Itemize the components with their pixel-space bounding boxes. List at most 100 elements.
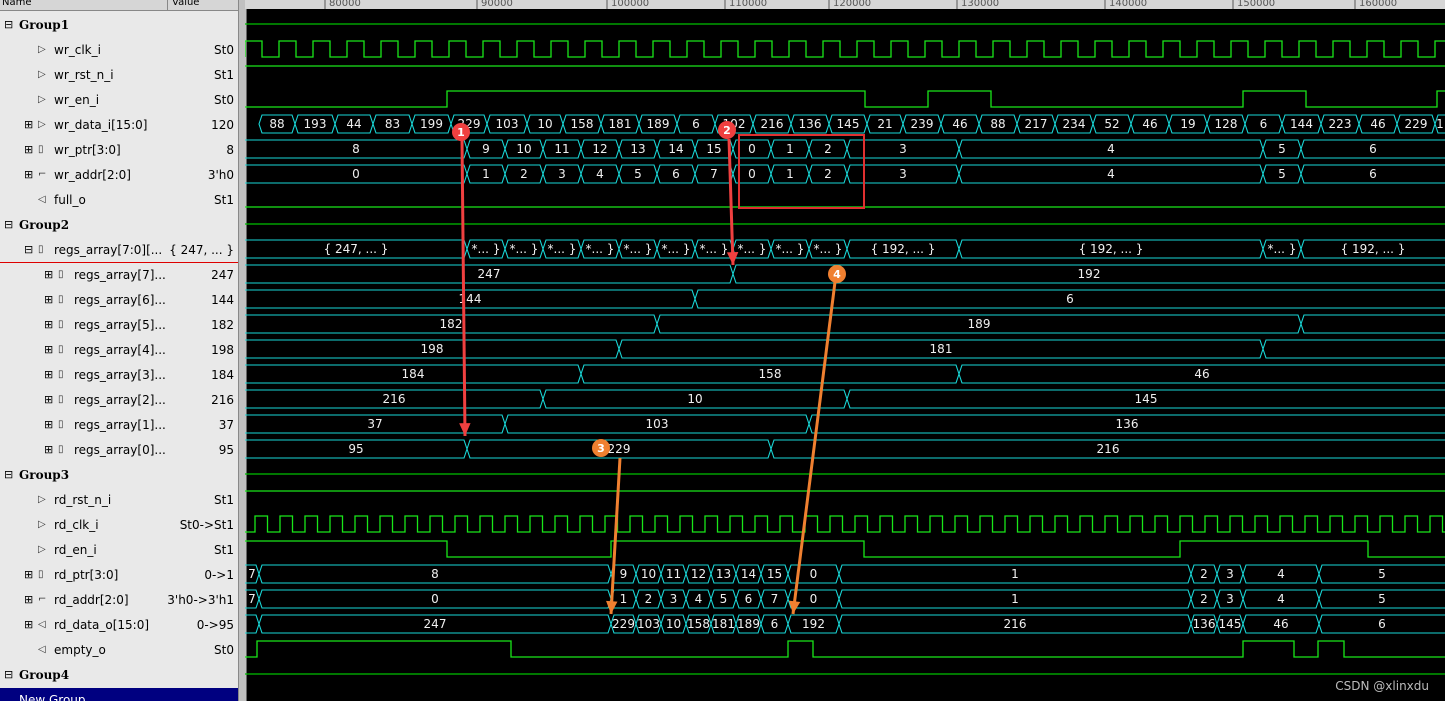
signal-row[interactable]: ⊟ Group4 xyxy=(0,663,238,687)
bus-value-label: 103 xyxy=(646,417,669,431)
bus-value-label: 229 xyxy=(1405,117,1428,131)
wr-clk-trace xyxy=(245,40,1445,58)
name-column-header[interactable]: Name xyxy=(2,0,32,8)
signal-row[interactable]: ⊟ Group2 xyxy=(0,213,238,237)
signal-row[interactable]: ▷ wr_clk_i St0 xyxy=(0,38,238,62)
bus-value-label: 12 xyxy=(592,142,607,156)
signal-name: regs_array[7]... xyxy=(74,268,166,282)
time-tick-label: 100000 xyxy=(611,0,649,9)
signal-row[interactable]: ⊟ ▯ regs_array[7:0][... { 247, ... } xyxy=(0,238,238,262)
expand-toggle-icon[interactable]: ⊞ xyxy=(24,163,33,187)
collapse-toggle-icon[interactable]: ⊟ xyxy=(4,463,13,487)
signal-row[interactable]: New Group xyxy=(0,688,238,701)
signal-row[interactable]: ⊞ ▯ regs_array[6]... 144 xyxy=(0,288,238,312)
signal-name: regs_array[5]... xyxy=(74,318,166,332)
signal-value: 95 xyxy=(218,443,234,457)
time-tick-label: 120000 xyxy=(833,0,871,9)
signal-name: Group2 xyxy=(19,218,70,232)
expand-toggle-icon[interactable]: ⊞ xyxy=(44,263,53,287)
bus-value-label: 4 xyxy=(1277,567,1285,581)
signal-row[interactable]: ⊞ ▯ rd_ptr[3:0] 0->1 xyxy=(0,563,238,587)
bus-value-label: 3 xyxy=(899,142,907,156)
waveform-view[interactable]: 80000 90000 100000 110000 120000 130000 140000… xyxy=(245,0,1445,701)
signal-row[interactable]: ▷ rd_en_i St1 xyxy=(0,538,238,562)
bus-value-label: 6 xyxy=(1260,117,1268,131)
expand-toggle-icon[interactable]: ⊞ xyxy=(44,313,53,337)
signal-row[interactable]: ⊞ ▯ wr_ptr[3:0] 8 xyxy=(0,138,238,162)
collapse-toggle-icon[interactable]: ⊟ xyxy=(4,663,13,687)
bus-value-label: 216 xyxy=(1097,442,1120,456)
signal-row[interactable]: ▷ rd_rst_n_i St1 xyxy=(0,488,238,512)
signal-row[interactable]: ⊞ ▯ regs_array[4]... 198 xyxy=(0,338,238,362)
expand-toggle-icon[interactable]: ⊞ xyxy=(24,563,33,587)
value-column-header[interactable]: Value xyxy=(172,0,199,8)
expand-toggle-icon[interactable]: ⊞ xyxy=(44,288,53,312)
bus-value-label: 144 xyxy=(459,292,482,306)
bus-value-label: 193 xyxy=(304,117,327,131)
signal-name: wr_data_i[15:0] xyxy=(54,118,148,132)
watermark: CSDN @xlinxdu xyxy=(1335,679,1429,693)
signal-name-panel: Name Value ⊟ Group1 ▷ wr_clk_i St0 ▷ wr_rst_n_… xyxy=(0,0,238,701)
bus-value-label: *... } xyxy=(814,242,843,256)
input-port-icon: ▷ xyxy=(38,544,46,555)
register-icon: ▯ xyxy=(58,369,64,380)
bus-value-label: 1 xyxy=(1011,592,1019,606)
signal-row[interactable]: ⊞ ◁ rd_data_o[15:0] 0->95 xyxy=(0,613,238,637)
expand-toggle-icon[interactable]: ⊞ xyxy=(24,613,33,637)
collapse-toggle-icon[interactable]: ⊟ xyxy=(24,238,33,262)
expand-toggle-icon[interactable]: ⊞ xyxy=(24,113,33,137)
signal-row[interactable]: ⊞ ▯ regs_array[0]... 95 xyxy=(0,438,238,462)
expand-toggle-icon[interactable]: ⊞ xyxy=(44,438,53,462)
bus-value-label: 13 xyxy=(630,142,645,156)
bus-value-label: 0 xyxy=(352,167,360,181)
signal-row[interactable]: ⊞ ▯ regs_array[5]... 182 xyxy=(0,313,238,337)
signal-row[interactable]: ⊟ Group1 xyxy=(0,13,238,37)
signal-row[interactable]: ⊞ ⌐ wr_addr[2:0] 3'h0 xyxy=(0,163,238,187)
bus-value-label: *... } xyxy=(776,242,805,256)
signal-value: St0 xyxy=(214,643,234,657)
annotation-badge-number: 4 xyxy=(833,268,841,281)
expand-toggle-icon[interactable]: ⊞ xyxy=(24,138,33,162)
signal-value: 198 xyxy=(211,343,234,357)
bus-segment xyxy=(1300,314,1445,334)
bus-value-label: 10 xyxy=(687,392,702,406)
expand-toggle-icon[interactable]: ⊞ xyxy=(44,338,53,362)
signal-row[interactable]: ⊞ ⌐ rd_addr[2:0] 3'h0->3'h1 xyxy=(0,588,238,612)
signal-row[interactable]: ◁ empty_o St0 xyxy=(0,638,238,662)
bus-value-label: 192 xyxy=(802,617,825,631)
annotation-arrow xyxy=(791,281,837,615)
bus-value-label: 2 xyxy=(1200,567,1208,581)
signal-value: { 247, ... } xyxy=(169,243,234,257)
bus-value-label: 44 xyxy=(346,117,361,131)
bus-value-label: *... } xyxy=(662,242,691,256)
collapse-toggle-icon[interactable]: ⊟ xyxy=(4,213,13,237)
signal-row[interactable]: ⊞ ▯ regs_array[3]... 184 xyxy=(0,363,238,387)
signal-row[interactable]: ▷ rd_clk_i St0->St1 xyxy=(0,513,238,537)
signal-row[interactable]: ⊟ Group3 xyxy=(0,463,238,487)
signal-row[interactable]: ◁ full_o St1 xyxy=(0,188,238,212)
expand-toggle-icon[interactable]: ⊞ xyxy=(44,363,53,387)
signal-row[interactable]: ⊞ ▯ regs_array[2]... 216 xyxy=(0,388,238,412)
annotation-arrow-head xyxy=(459,423,471,436)
bus-value-label: 1 xyxy=(620,592,628,606)
bus-value-label: 7 xyxy=(248,567,256,581)
signal-value: 216 xyxy=(211,393,234,407)
bus-value-label: 5 xyxy=(1278,167,1286,181)
signal-row[interactable]: ▷ wr_rst_n_i St1 xyxy=(0,63,238,87)
bus-value-label: 3 xyxy=(558,167,566,181)
register-icon: ▯ xyxy=(58,294,64,305)
signal-row[interactable]: ▷ wr_en_i St0 xyxy=(0,88,238,112)
input-port-icon: ▷ xyxy=(38,494,46,505)
signal-row[interactable]: ⊞ ▯ regs_array[1]... 37 xyxy=(0,413,238,437)
signal-row[interactable]: ⊞ ▷ wr_data_i[15:0] 120 xyxy=(0,113,238,137)
expand-toggle-icon[interactable]: ⊞ xyxy=(24,588,33,612)
bus-value-label: 0 xyxy=(810,592,818,606)
signal-row[interactable]: ⊞ ▯ regs_array[7]... 247 xyxy=(0,263,238,287)
signal-value: 182 xyxy=(211,318,234,332)
rd-en-trace xyxy=(245,540,1445,558)
expand-toggle-icon[interactable]: ⊞ xyxy=(44,413,53,437)
signal-value: 0->1 xyxy=(204,568,234,582)
input-port-icon: ▷ xyxy=(38,519,46,530)
expand-toggle-icon[interactable]: ⊞ xyxy=(44,388,53,412)
collapse-toggle-icon[interactable]: ⊟ xyxy=(4,13,13,37)
